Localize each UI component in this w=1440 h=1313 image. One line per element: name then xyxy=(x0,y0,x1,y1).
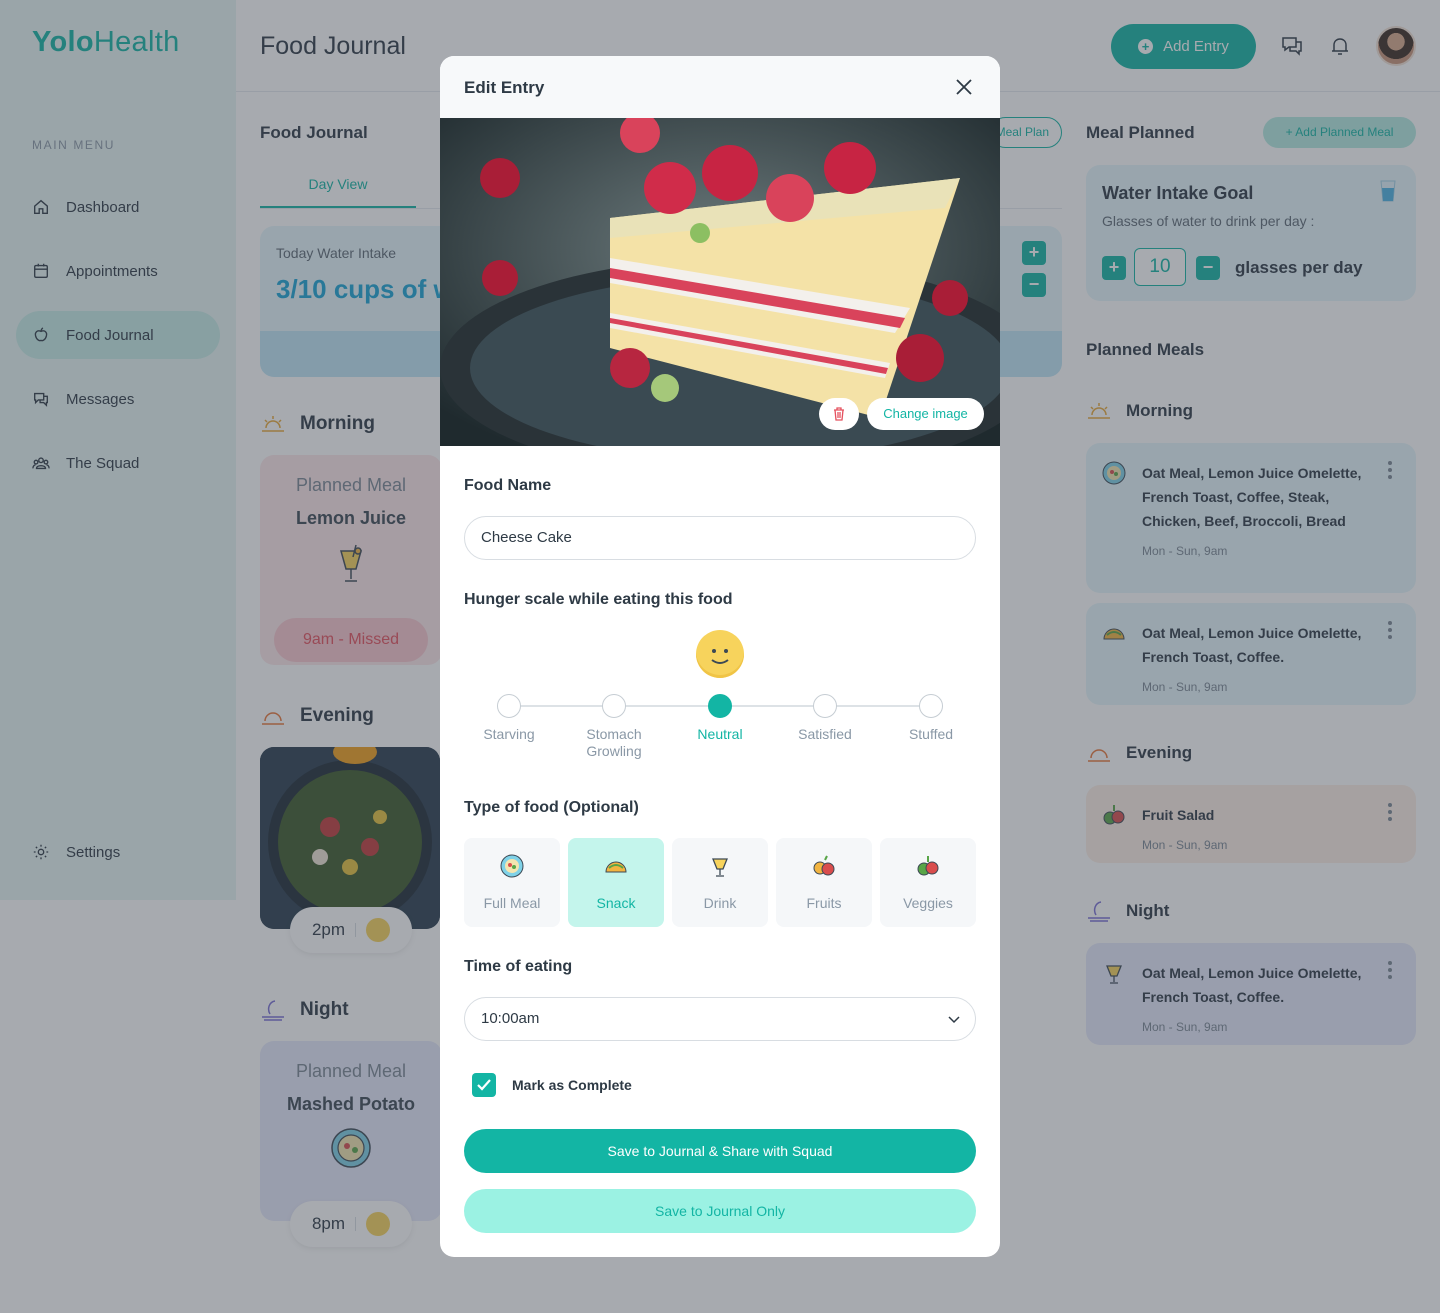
hunger-label-neutral: Neutral xyxy=(697,726,743,742)
type-option-full-meal[interactable]: Full Meal xyxy=(464,838,560,927)
hunger-label-stuffed: Stuffed xyxy=(908,726,954,742)
save-and-share-button[interactable]: Save to Journal & Share with Squad xyxy=(464,1129,976,1173)
check-icon xyxy=(477,1079,491,1091)
hunger-option-stuffed[interactable] xyxy=(919,694,943,718)
hunger-option-stomach-growling[interactable] xyxy=(602,694,626,718)
edit-entry-modal: Edit Entry Change image Food Name Cheese… xyxy=(440,56,1000,1257)
type-option-label: Snack xyxy=(596,895,636,911)
hunger-option-satisfied[interactable] xyxy=(813,694,837,718)
type-option-label: Full Meal xyxy=(483,895,541,911)
fruits-icon xyxy=(813,855,835,876)
neutral-face-icon xyxy=(696,630,744,678)
time-select[interactable]: 10:00am xyxy=(464,997,976,1041)
mark-complete-checkbox[interactable] xyxy=(472,1073,496,1097)
delete-image-button[interactable] xyxy=(819,398,859,430)
food-type-label: Type of food (Optional) xyxy=(464,799,639,816)
hunger-option-neutral[interactable] xyxy=(708,694,732,718)
type-option-label: Fruits xyxy=(806,895,842,911)
hunger-label-satisfied: Satisfied xyxy=(798,726,852,742)
type-option-label: Drink xyxy=(703,895,737,911)
modal-header: Edit Entry xyxy=(440,56,1000,118)
hunger-label-starving: Starving xyxy=(483,726,535,742)
type-option-snack[interactable]: Snack xyxy=(568,838,664,927)
close-icon[interactable] xyxy=(952,75,976,99)
trash-icon xyxy=(834,407,844,421)
hunger-scale-label: Hunger scale while eating this food xyxy=(464,591,733,608)
chevron-down-icon xyxy=(948,1016,960,1024)
veggies-icon xyxy=(917,856,939,876)
time-label: Time of eating xyxy=(464,958,573,975)
food-name-label: Food Name xyxy=(464,477,552,494)
save-journal-only-button[interactable]: Save to Journal Only xyxy=(464,1189,976,1233)
time-select-value: 10:00am xyxy=(481,1010,540,1027)
hunger-label-stomach-growling: Stomach Growling xyxy=(586,726,642,759)
mark-complete-label[interactable]: Mark as Complete xyxy=(512,1077,632,1093)
type-option-veggies[interactable]: Veggies xyxy=(880,838,976,927)
modal-title: Edit Entry xyxy=(464,78,545,97)
drink-icon xyxy=(712,858,728,877)
type-option-label: Veggies xyxy=(903,895,953,911)
change-image-button[interactable]: Change image xyxy=(867,398,984,430)
type-option-drink[interactable]: Drink xyxy=(672,838,768,927)
type-option-fruits[interactable]: Fruits xyxy=(776,838,872,927)
salad-bowl-icon xyxy=(500,854,524,878)
food-name-input[interactable]: Cheese Cake xyxy=(464,516,976,560)
food-photo xyxy=(440,118,1000,446)
taco-icon xyxy=(605,861,627,873)
hunger-option-starving[interactable] xyxy=(497,694,521,718)
